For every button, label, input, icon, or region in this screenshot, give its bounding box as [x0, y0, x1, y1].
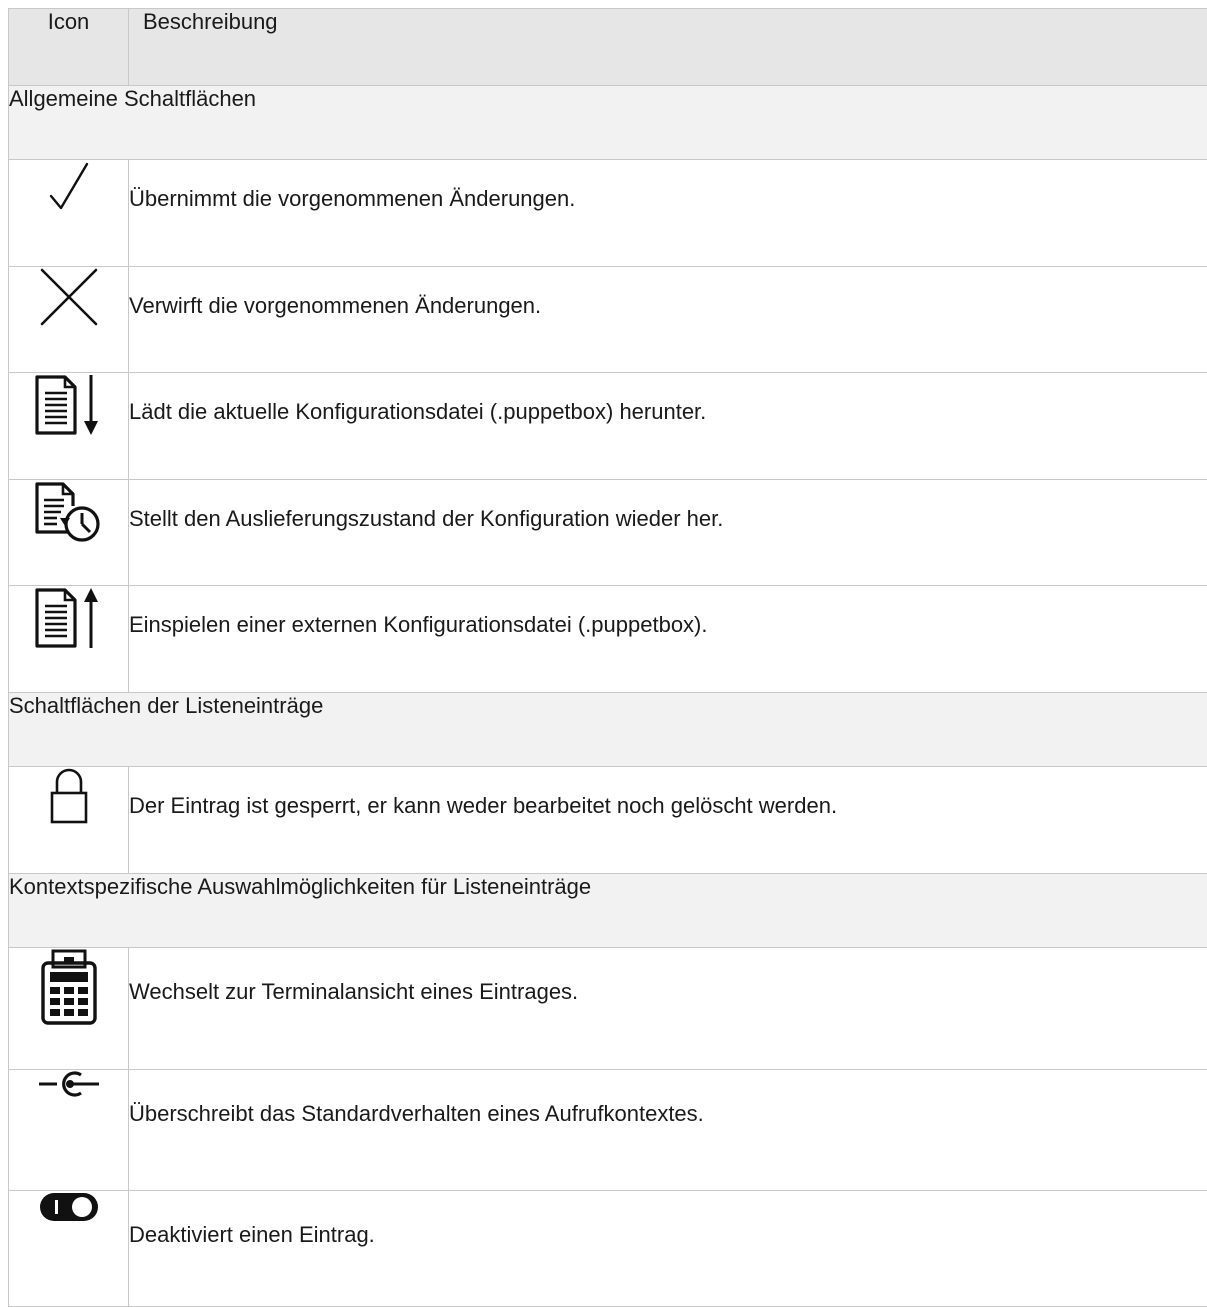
document-restore-clock-icon: [9, 480, 129, 586]
document-download-icon: [9, 373, 129, 480]
row-description: Wechselt zur Terminalansicht eines Eintr…: [129, 948, 1207, 1070]
section-row: Schaltflächen der Listeneinträge: [9, 693, 1207, 767]
row-description: Deaktiviert einen Eintrag.: [129, 1191, 1207, 1307]
row-description: Übernimmt die vorgenommenen Änderungen.: [129, 160, 1207, 267]
row-description: Verwirft die vorgenommenen Änderungen.: [129, 267, 1207, 373]
section-title: Schaltflächen der Listeneinträge: [9, 693, 1207, 767]
section-title: Allgemeine Schaltflächen: [9, 86, 1207, 160]
table-row: Deaktiviert einen Eintrag.: [9, 1191, 1207, 1307]
table-header-row: Icon Beschreibung: [9, 9, 1207, 86]
section-row: Allgemeine Schaltflächen: [9, 86, 1207, 160]
header-icon: Icon: [9, 9, 129, 86]
table-row: Verwirft die vorgenommenen Änderungen.: [9, 267, 1207, 373]
section-title: Kontextspezifische Auswahlmöglichkeiten …: [9, 874, 1207, 948]
row-description: Der Eintrag ist gesperrt, er kann weder …: [129, 767, 1207, 874]
row-description: Stellt den Auslieferungszustand der Konf…: [129, 480, 1207, 586]
document-upload-icon: [9, 586, 129, 693]
override-context-icon: [9, 1070, 129, 1191]
table-row: Lädt die aktuelle Konfigurationsdatei (.…: [9, 373, 1207, 480]
row-description: Überschreibt das Standardverhalten eines…: [129, 1070, 1207, 1191]
icon-reference-table: Icon Beschreibung Allgemeine Schaltfläch…: [8, 8, 1207, 1307]
table-row: Überschreibt das Standardverhalten eines…: [9, 1070, 1207, 1191]
table-row: Übernimmt die vorgenommenen Änderungen.: [9, 160, 1207, 267]
row-description: Lädt die aktuelle Konfigurationsdatei (.…: [129, 373, 1207, 480]
terminal-icon: [9, 948, 129, 1070]
checkmark-icon: [9, 160, 129, 267]
document-page: Icon Beschreibung Allgemeine Schaltfläch…: [0, 0, 1207, 1277]
close-icon: [9, 267, 129, 373]
section-row: Kontextspezifische Auswahlmöglichkeiten …: [9, 874, 1207, 948]
table-row: Der Eintrag ist gesperrt, er kann weder …: [9, 767, 1207, 874]
table-row: Stellt den Auslieferungszustand der Konf…: [9, 480, 1207, 586]
row-description: Einspielen einer externen Konfigurations…: [129, 586, 1207, 693]
table-row: Einspielen einer externen Konfigurations…: [9, 586, 1207, 693]
lock-icon: [9, 767, 129, 874]
toggle-icon: [9, 1191, 129, 1307]
table-row: Wechselt zur Terminalansicht eines Eintr…: [9, 948, 1207, 1070]
header-description: Beschreibung: [129, 9, 1207, 86]
